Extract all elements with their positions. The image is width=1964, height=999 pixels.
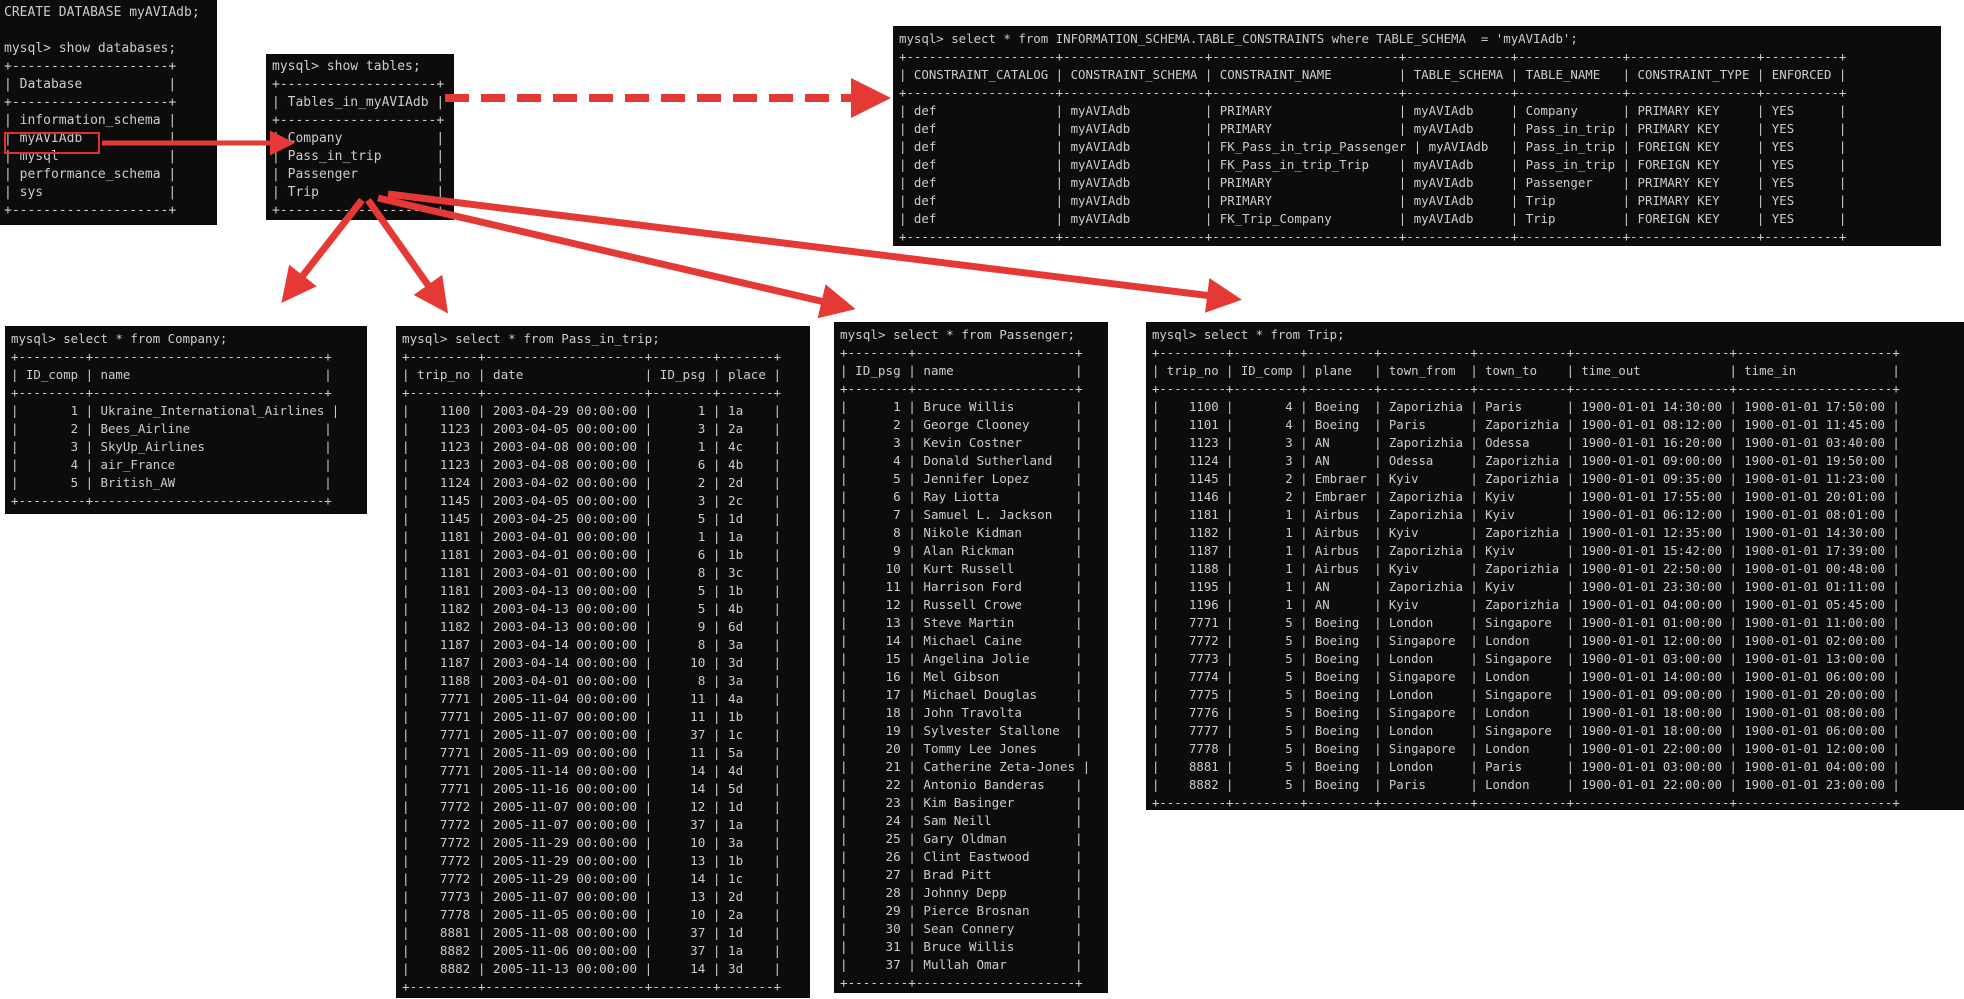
arrows-overlay [102, 78, 1242, 319]
arrow-tables-to-trip [387, 190, 1242, 313]
arrow-tables-to-pass-in-trip [365, 197, 449, 314]
arrow-tables-to-company [281, 197, 365, 304]
arrow-tables-to-passenger [377, 194, 856, 319]
